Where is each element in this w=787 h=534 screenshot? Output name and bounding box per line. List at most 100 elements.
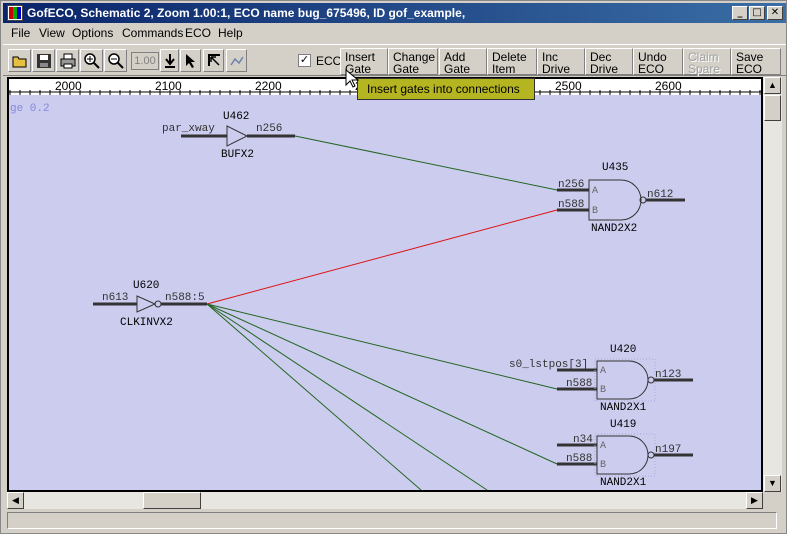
gate-cell: CLKINVX2 <box>120 317 173 329</box>
net-label: par_xway <box>162 123 215 135</box>
fit-view-button[interactable] <box>203 49 224 72</box>
net-label: n588 <box>558 199 584 211</box>
net-label: n197 <box>655 444 681 456</box>
zoom-out-button[interactable] <box>104 49 127 72</box>
trace-button[interactable] <box>226 49 247 72</box>
pin-label: B <box>592 206 598 217</box>
gate-u620[interactable]: U620 CLKINVX2 n613 n588:5 <box>93 280 207 329</box>
eco-checkbox-label: ECO <box>316 54 343 68</box>
ruler-label-2600: 2600 <box>655 79 682 93</box>
zoom-out-icon <box>108 53 124 69</box>
gate-cell: BUFX2 <box>221 149 254 161</box>
gate-cell: NAND2X1 <box>600 402 647 414</box>
open-button[interactable] <box>8 49 31 72</box>
net-label: n256 <box>256 123 282 135</box>
gate-id: U419 <box>610 419 636 431</box>
net-label: n588:5 <box>165 292 205 304</box>
title-bar[interactable]: GofECO, Schematic 2, Zoom 1.00:1, ECO na… <box>3 3 786 23</box>
ruler-label-2100: 2100 <box>155 79 182 93</box>
net-label: n34 <box>573 434 593 446</box>
gate-id: U462 <box>223 111 249 123</box>
minimize-button[interactable]: _ <box>732 6 748 20</box>
menu-help[interactable]: Help <box>218 26 243 40</box>
vertical-scroll-thumb[interactable] <box>764 95 781 121</box>
wire-n588-selected[interactable] <box>206 209 558 305</box>
menu-bar: File View Options Commands ECO Help <box>3 23 786 43</box>
scroll-up-arrow-icon[interactable]: ▲ <box>764 77 781 94</box>
app-logo-icon <box>7 5 23 21</box>
net-label: n123 <box>655 369 681 381</box>
net-label: n588 <box>566 453 592 465</box>
wire-n588-branch-a[interactable] <box>206 303 488 490</box>
menu-options[interactable]: Options <box>72 26 113 40</box>
ruler-label-2000: 2000 <box>55 79 82 93</box>
save-button[interactable] <box>32 49 55 72</box>
menu-eco[interactable]: ECO <box>185 26 211 40</box>
fit-arrow-icon <box>208 54 220 66</box>
save-eco-button[interactable]: Save ECO <box>731 48 781 75</box>
gate-u420[interactable]: U420 NAND2X1 A B s0_lstpos[3] n588 n123 <box>509 344 693 414</box>
wire-n588-u419[interactable] <box>206 303 558 465</box>
pin-label: B <box>600 460 606 471</box>
delete-item-button[interactable]: Delete Item <box>487 48 537 75</box>
claim-spare-button[interactable]: Claim Spare <box>683 48 731 75</box>
wire-n588-u420[interactable] <box>206 303 558 390</box>
print-icon <box>60 53 76 69</box>
change-gate-button[interactable]: Change Gate <box>388 48 438 75</box>
zoom-in-button[interactable] <box>80 49 103 72</box>
scroll-down-arrow-icon[interactable]: ▼ <box>764 475 781 492</box>
undo-eco-button[interactable]: Undo ECO <box>633 48 683 75</box>
scroll-left-arrow-icon[interactable]: ◀ <box>7 492 24 509</box>
maximize-button[interactable]: □ <box>749 6 765 20</box>
page-label: ge 0.2 <box>10 103 50 115</box>
gate-id: U420 <box>610 344 636 356</box>
download-arrow-icon <box>165 54 175 68</box>
net-label: n613 <box>102 292 128 304</box>
gate-cell: NAND2X1 <box>600 477 647 489</box>
close-button[interactable]: ✕ <box>767 6 783 20</box>
pin-label: B <box>600 385 606 396</box>
print-button[interactable] <box>56 49 79 72</box>
add-gate-button[interactable]: Add Gate <box>439 48 487 75</box>
eco-checkbox[interactable]: ✓ <box>298 54 311 67</box>
window-title: GofECO, Schematic 2, Zoom 1.00:1, ECO na… <box>27 6 466 20</box>
insert-gate-tooltip: Insert gates into connections <box>357 78 535 100</box>
gate-id: U435 <box>602 162 628 174</box>
horizontal-scrollbar[interactable]: ◀ ▶ <box>7 492 763 509</box>
gate-u462[interactable]: U462 BUFX2 par_xway n256 <box>162 111 295 161</box>
gate-cell: NAND2X2 <box>591 223 637 235</box>
net-label: n612 <box>647 189 673 201</box>
ruler-label-2500: 2500 <box>555 79 582 93</box>
menu-file[interactable]: File <box>11 26 30 40</box>
menu-view[interactable]: View <box>39 26 65 40</box>
net-label: s0_lstpos[3] <box>509 359 588 371</box>
pin-label: A <box>600 366 606 377</box>
app-window: GofECO, Schematic 2, Zoom 1.00:1, ECO na… <box>0 0 787 534</box>
inc-drive-button[interactable]: Inc Drive <box>537 48 585 75</box>
ruler-label-2200: 2200 <box>255 79 282 93</box>
gate-u435[interactable]: U435 NAND2X2 A B n256 n588 n612 <box>557 162 685 235</box>
toolbar: 1.00 ✓ ECO Insert Gate Change Gate Add G… <box>3 44 786 76</box>
vertical-scrollbar[interactable]: ▲ ▼ <box>763 77 782 492</box>
wire-n256[interactable] <box>294 135 558 191</box>
wire-n588-branch-b[interactable] <box>206 303 422 490</box>
gate-id: U620 <box>133 280 159 292</box>
scroll-right-arrow-icon[interactable]: ▶ <box>746 492 763 509</box>
zoom-apply-button[interactable] <box>160 49 179 72</box>
dec-drive-button[interactable]: Dec Drive <box>585 48 633 75</box>
pin-label: A <box>600 441 606 452</box>
menu-commands[interactable]: Commands <box>122 26 183 40</box>
trace-icon <box>230 56 244 66</box>
pin-label: A <box>592 186 598 197</box>
pointer-arrow-icon <box>186 54 195 68</box>
select-pointer-button[interactable] <box>180 49 201 72</box>
horizontal-scroll-thumb[interactable] <box>143 492 201 509</box>
schematic-canvas[interactable]: 2000 2100 2200 2300 2400 2500 2600 ge 0.… <box>7 77 763 492</box>
zoom-field[interactable]: 1.00 <box>131 52 159 70</box>
open-folder-icon <box>12 56 27 68</box>
mouse-cursor-icon <box>345 69 359 88</box>
net-label: n256 <box>558 179 584 191</box>
status-bar <box>7 512 777 529</box>
schematic-drawing: ge 0.2 U462 BUFX2 par_xway n256 U435 NAN… <box>10 103 693 490</box>
gate-u419[interactable]: U419 NAND2X1 A B n34 n588 n197 <box>557 419 693 489</box>
